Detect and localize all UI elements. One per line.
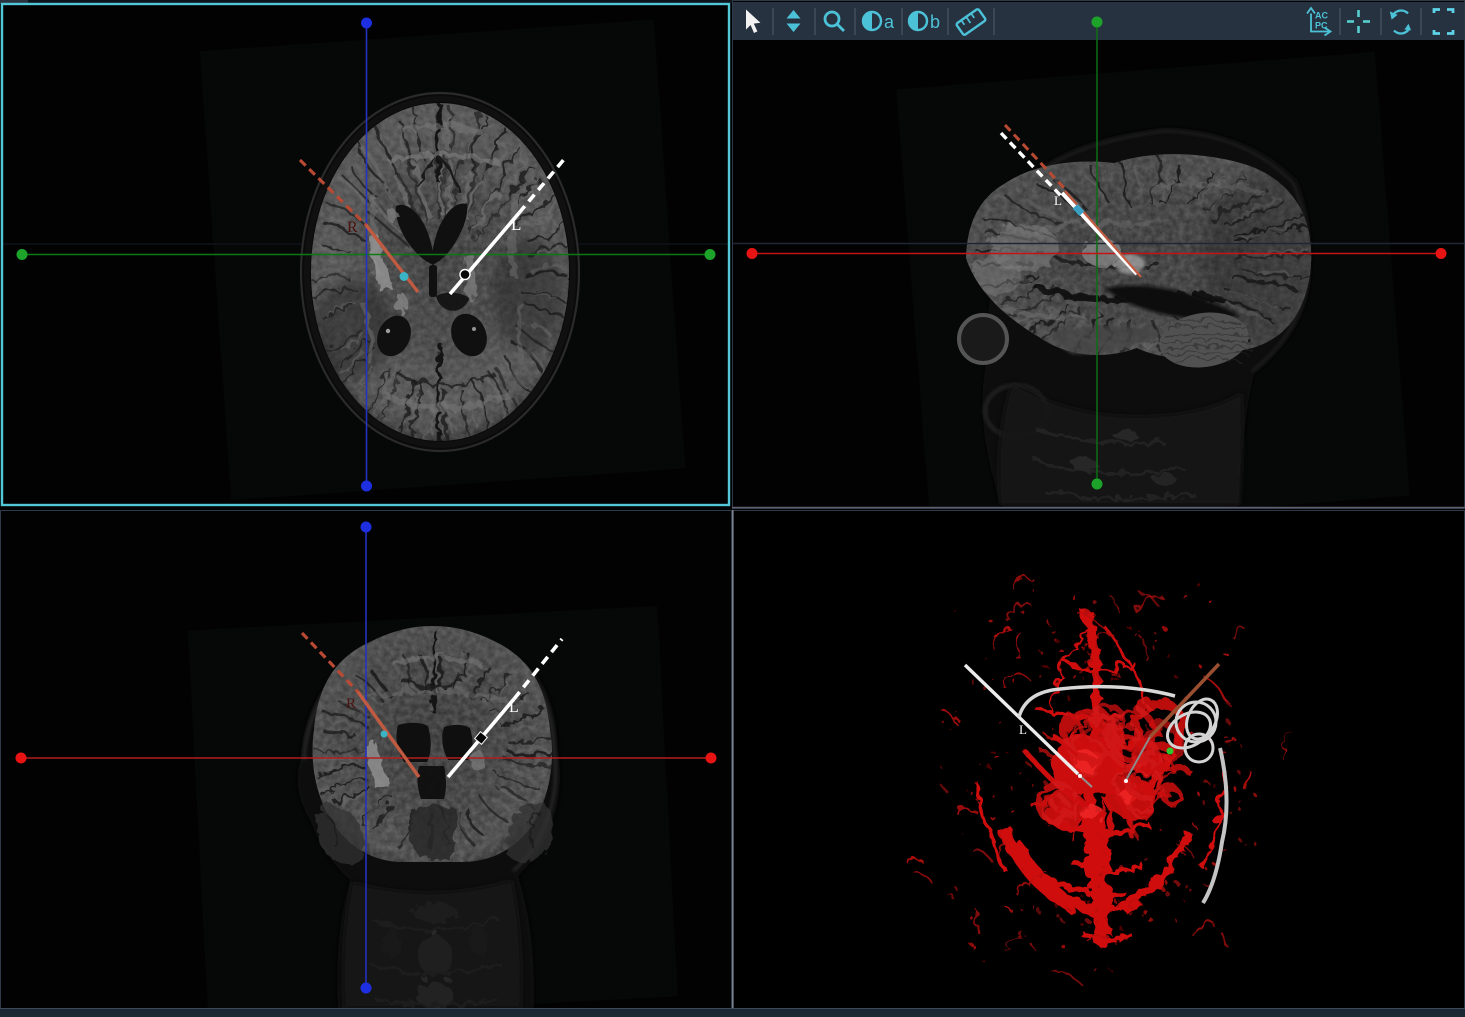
svg-text:R: R — [347, 219, 358, 236]
svg-text:AC: AC — [1315, 11, 1328, 21]
svg-text:R: R — [346, 696, 356, 712]
svg-text:L: L — [511, 215, 521, 234]
svg-text:a: a — [884, 12, 895, 32]
svg-text:L: L — [1019, 722, 1027, 737]
svg-text:L: L — [509, 699, 519, 716]
svg-text:L: L — [1054, 193, 1062, 208]
svg-text:PC: PC — [1315, 21, 1328, 31]
svg-text:b: b — [930, 12, 940, 32]
